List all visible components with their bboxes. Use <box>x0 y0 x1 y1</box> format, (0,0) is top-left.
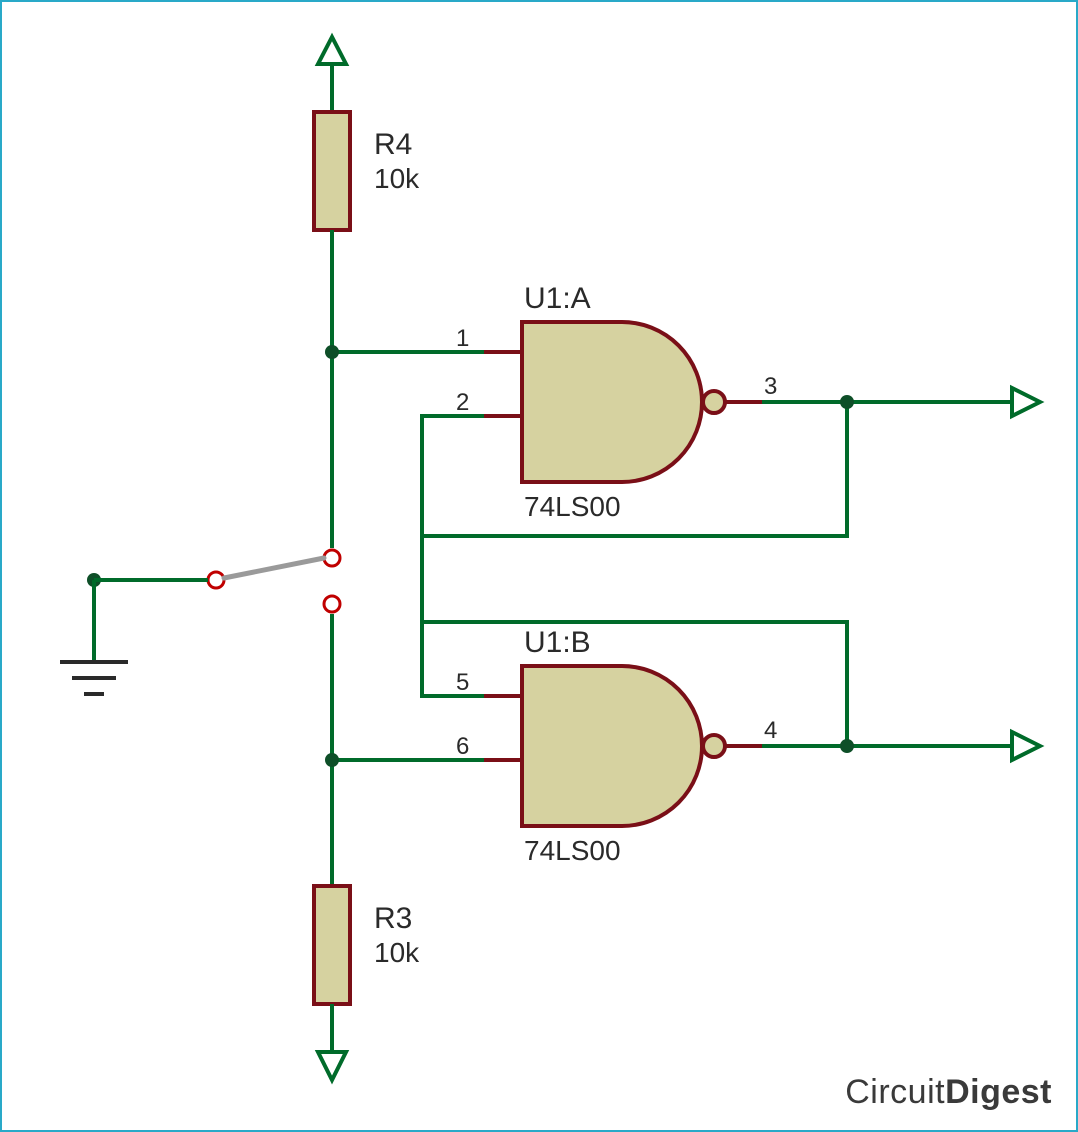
output-terminal-top <box>1012 388 1040 416</box>
watermark: CircuitDigest <box>845 1073 1052 1112</box>
u1b-part: 74LS00 <box>524 835 621 866</box>
schematic-canvas: R4 10k U1:A 74LS00 1 2 3 U1:B 74LS00 <box>0 0 1078 1132</box>
output-terminal-bottom <box>1012 732 1040 760</box>
power-arrow-bottom <box>318 1052 346 1080</box>
r3-ref: R3 <box>374 902 412 935</box>
power-arrow-top <box>318 37 346 112</box>
u1a-pin1: 1 <box>456 325 469 352</box>
r4-value: 10k <box>374 163 420 194</box>
u1a-pin3: 3 <box>764 373 777 400</box>
r3-value: 10k <box>374 937 420 968</box>
watermark-right: Digest <box>945 1073 1052 1111</box>
u1a-ref: U1:A <box>524 282 591 315</box>
u1b-pin5: 5 <box>456 669 469 696</box>
u1b-ref: U1:B <box>524 626 591 659</box>
junction <box>840 395 854 409</box>
watermark-left: Circuit <box>845 1073 945 1111</box>
r4-ref: R4 <box>374 128 412 161</box>
u1b-pin4: 4 <box>764 717 777 744</box>
u1b-pin6: 6 <box>456 733 469 760</box>
spdt-switch <box>94 550 340 662</box>
junction <box>840 739 854 753</box>
schematic-svg: R4 10k U1:A 74LS00 1 2 3 U1:B 74LS00 <box>2 2 1076 1130</box>
u1a-part: 74LS00 <box>524 491 621 522</box>
resistor-r3 <box>314 886 350 1052</box>
junction <box>325 753 339 767</box>
u1a-pin2: 2 <box>456 389 469 416</box>
nand-gate-u1b <box>484 666 762 826</box>
resistor-r4 <box>314 112 350 352</box>
ground-symbol <box>60 662 128 694</box>
nand-gate-u1a <box>484 322 762 482</box>
junction <box>325 345 339 359</box>
